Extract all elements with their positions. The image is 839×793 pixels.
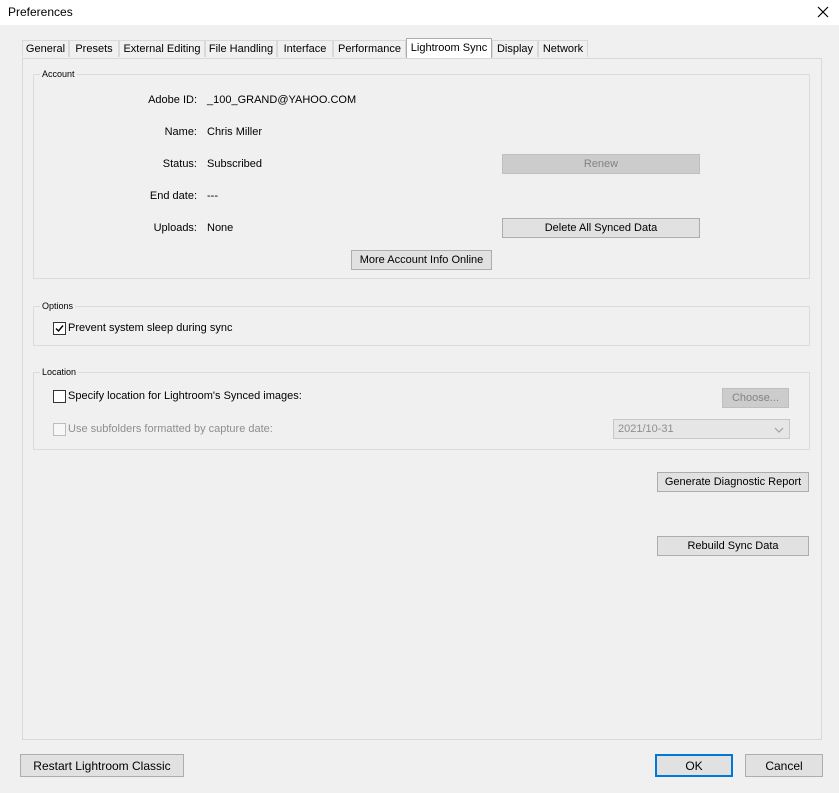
prevent-sleep-label[interactable]: Prevent system sleep during sync bbox=[68, 322, 232, 334]
uploads-value: None bbox=[207, 222, 234, 234]
generate-diagnostic-report-button[interactable]: Generate Diagnostic Report bbox=[657, 472, 809, 492]
use-subfolders-checkbox[interactable] bbox=[53, 423, 66, 436]
tab-display[interactable]: Display bbox=[492, 40, 538, 57]
uploads-label: Uploads: bbox=[153, 222, 197, 234]
tab-interface[interactable]: Interface bbox=[277, 40, 333, 57]
status-value: Subscribed bbox=[207, 158, 263, 170]
close-icon bbox=[817, 6, 829, 18]
date-format-value: 2021/10-31 bbox=[618, 423, 674, 435]
more-account-info-button[interactable]: More Account Info Online bbox=[351, 250, 492, 270]
account-group-label: Account bbox=[40, 69, 77, 79]
delete-all-synced-data-button[interactable]: Delete All Synced Data bbox=[502, 218, 700, 238]
adobe-id-value: _100_GRAND@YAHOO.COM bbox=[207, 94, 357, 106]
date-format-select[interactable]: 2021/10-31 bbox=[613, 419, 790, 439]
choose-button[interactable]: Choose... bbox=[722, 388, 789, 408]
cancel-button[interactable]: Cancel bbox=[745, 754, 823, 777]
tab-general[interactable]: General bbox=[22, 40, 69, 57]
tab-external-editing[interactable]: External Editing bbox=[119, 40, 205, 57]
checkmark-icon bbox=[55, 325, 64, 333]
specify-location-label[interactable]: Specify location for Lightroom's Synced … bbox=[68, 390, 302, 402]
name-value: Chris Miller bbox=[207, 126, 262, 138]
rebuild-sync-data-button[interactable]: Rebuild Sync Data bbox=[657, 536, 809, 556]
name-label: Name: bbox=[164, 126, 197, 138]
tab-network[interactable]: Network bbox=[538, 40, 588, 57]
restart-lightroom-button[interactable]: Restart Lightroom Classic bbox=[20, 754, 184, 777]
options-group-label: Options bbox=[40, 301, 76, 311]
window-title: Preferences bbox=[8, 5, 73, 19]
tab-performance[interactable]: Performance bbox=[333, 40, 406, 57]
title-bar: Preferences bbox=[0, 0, 839, 25]
status-label: Status: bbox=[162, 158, 197, 170]
specify-location-checkbox[interactable] bbox=[53, 390, 66, 403]
adobe-id-label: Adobe ID: bbox=[148, 94, 197, 106]
ok-button[interactable]: OK bbox=[655, 754, 733, 777]
tab-presets[interactable]: Presets bbox=[69, 40, 119, 57]
tab-lightroom-sync[interactable]: Lightroom Sync bbox=[406, 38, 492, 58]
chevron-down-icon bbox=[774, 427, 784, 433]
renew-button[interactable]: Renew bbox=[502, 154, 700, 174]
prevent-sleep-checkbox[interactable] bbox=[53, 322, 66, 335]
use-subfolders-label[interactable]: Use subfolders formatted by capture date… bbox=[68, 423, 273, 435]
end-date-label: End date: bbox=[149, 190, 197, 202]
location-group-label: Location bbox=[40, 367, 79, 377]
end-date-value: --- bbox=[207, 190, 218, 202]
tab-file-handling[interactable]: File Handling bbox=[205, 40, 277, 57]
close-button[interactable] bbox=[812, 1, 834, 23]
